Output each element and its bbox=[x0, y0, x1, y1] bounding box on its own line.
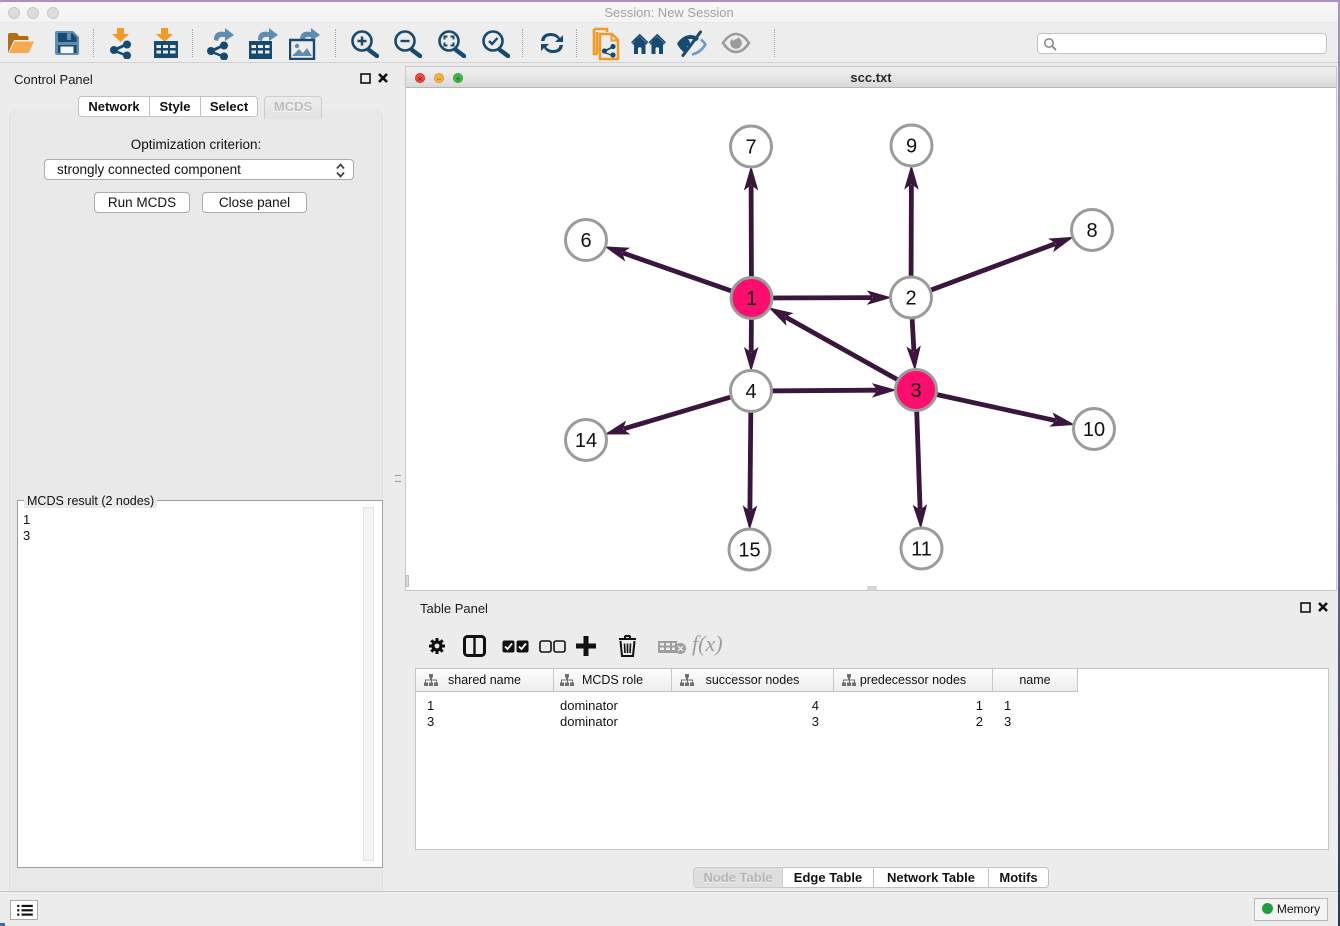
svg-text:11: 11 bbox=[911, 539, 932, 561]
svg-text:2: 2 bbox=[905, 288, 916, 310]
svg-text:8: 8 bbox=[1086, 220, 1097, 242]
svg-text:1: 1 bbox=[746, 288, 757, 310]
svg-text:14: 14 bbox=[575, 430, 597, 452]
svg-text:6: 6 bbox=[580, 230, 591, 252]
svg-text:9: 9 bbox=[906, 136, 917, 158]
svg-text:15: 15 bbox=[738, 540, 760, 562]
svg-text:10: 10 bbox=[1083, 419, 1105, 441]
svg-text:4: 4 bbox=[745, 381, 756, 403]
svg-text:7: 7 bbox=[745, 137, 756, 159]
svg-text:3: 3 bbox=[910, 380, 921, 402]
